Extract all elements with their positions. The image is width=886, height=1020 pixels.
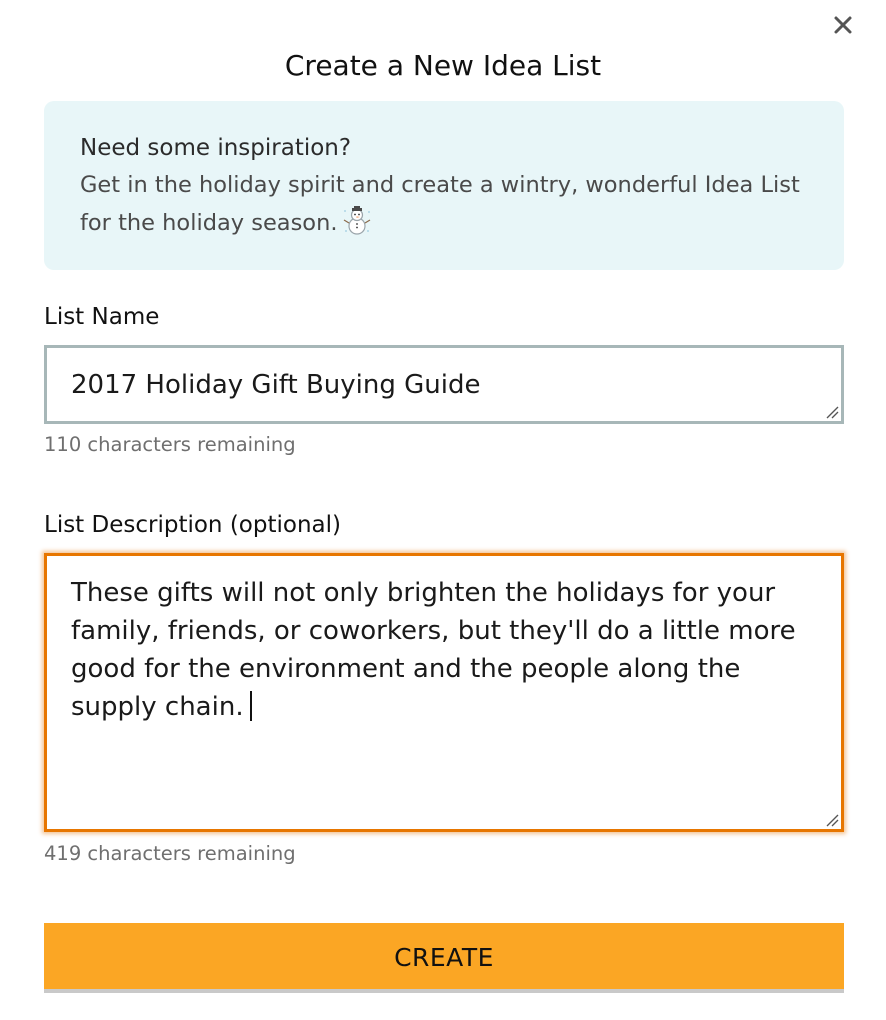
text-cursor (249, 691, 252, 721)
list-description-value: These gifts will not only brighten the h… (71, 578, 796, 722)
list-description-counter: 419 characters remaining (44, 842, 296, 865)
snowman-icon (342, 206, 372, 248)
list-description-label: List Description (optional) (44, 512, 341, 538)
close-icon (834, 16, 852, 34)
list-name-input[interactable]: 2017 Holiday Gift Buying Guide (44, 345, 844, 424)
resize-handle-icon[interactable] (825, 813, 839, 827)
create-button[interactable]: CREATE (44, 923, 844, 993)
close-button[interactable] (830, 12, 856, 38)
inspiration-body: Get in the holiday spirit and create a w… (80, 172, 800, 236)
inspiration-body-wrap: Get in the holiday spirit and create a w… (80, 166, 808, 248)
list-name-label: List Name (44, 304, 160, 330)
inspiration-banner: Need some inspiration? Get in the holida… (44, 101, 844, 270)
list-description-textarea[interactable]: These gifts will not only brighten the h… (44, 553, 844, 832)
resize-handle-icon[interactable] (825, 405, 839, 419)
dialog-title: Create a New Idea List (284, 49, 602, 82)
inspiration-heading: Need some inspiration? (80, 135, 352, 161)
list-name-counter: 110 characters remaining (44, 433, 296, 456)
list-name-value: 2017 Holiday Gift Buying Guide (71, 370, 481, 400)
